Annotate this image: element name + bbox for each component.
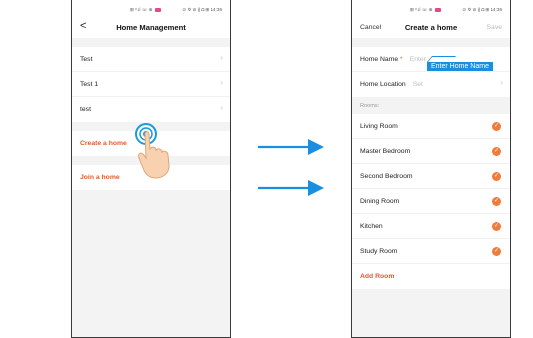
- home-location-label: Home Location: [360, 81, 406, 88]
- status-right: ⊙ ✲ ⊘ ∦ ◘ ⊞ 14:36: [462, 7, 502, 12]
- check-circle-icon[interactable]: ✓: [492, 122, 501, 131]
- list-item-room[interactable]: Dining Room ✓: [352, 189, 510, 214]
- check-circle-icon[interactable]: ✓: [492, 147, 501, 156]
- list-item-room[interactable]: Master Bedroom ✓: [352, 139, 510, 164]
- home-name-label: Home Name: [360, 55, 399, 63]
- rooms-section-label: Rooms:: [352, 97, 510, 114]
- list-item-home[interactable]: Test 1 ›: [72, 72, 230, 97]
- chevron-right-icon: ›: [220, 78, 223, 87]
- status-bar: ⊞ ᵒ.ıl ☏ ⊕ ⊙ ✲ ⊘ ∦ ◘ ⊞ 14:36: [352, 0, 510, 18]
- home-name-input[interactable]: Enter: [410, 56, 426, 63]
- status-left: ⊞ ᵒ.ıl ☏ ⊕: [410, 7, 441, 13]
- annotation-tooltip: Enter Home Name: [427, 62, 493, 71]
- list-item-home[interactable]: Test ›: [72, 47, 230, 72]
- list-item-room[interactable]: Kitchen ✓: [352, 214, 510, 239]
- tap-hand-icon: [135, 123, 170, 179]
- right-arrow-icon: [258, 139, 324, 155]
- chevron-right-icon: ›: [220, 53, 223, 62]
- app-badge-icon: [154, 8, 161, 12]
- list-item-room[interactable]: Second Bedroom ✓: [352, 164, 510, 189]
- chevron-right-icon: ›: [220, 103, 223, 112]
- add-room-button[interactable]: Add Room: [352, 264, 510, 289]
- create-home-screen: ⊞ ᵒ.ıl ☏ ⊕ ⊙ ✲ ⊘ ∦ ◘ ⊞ 14:36 Cancel Crea…: [351, 0, 511, 338]
- check-circle-icon[interactable]: ✓: [492, 172, 501, 181]
- required-mark: *: [400, 55, 403, 63]
- home-location-field[interactable]: Home Location Set ›: [352, 72, 510, 97]
- check-circle-icon[interactable]: ✓: [492, 222, 501, 231]
- nav-bar: Cancel Create a home Save: [352, 18, 510, 38]
- check-circle-icon[interactable]: ✓: [492, 197, 501, 206]
- check-circle-icon[interactable]: ✓: [492, 247, 501, 256]
- right-arrow-icon: [258, 180, 324, 196]
- nav-bar: < Home Management: [72, 18, 230, 38]
- home-location-value: Set: [412, 81, 423, 88]
- status-bar: ⊞ ᵒ.ıl ☏ ⊕ ⊙ ✲ ⊘ ∦ ◘ ⊞ 14:36: [72, 0, 230, 18]
- room-list: Living Room ✓ Master Bedroom ✓ Second Bedr…: [352, 114, 510, 289]
- page-title: Home Management: [116, 23, 186, 32]
- home-list: Test › Test 1 › test ›: [72, 47, 230, 122]
- list-item-home[interactable]: test ›: [72, 97, 230, 122]
- home-info-form: Home Name * Enter Home Location Set ›: [352, 47, 510, 97]
- status-left: ⊞ ᵒ.ıl ☏ ⊕: [130, 7, 161, 13]
- list-item-room[interactable]: Study Room ✓: [352, 239, 510, 264]
- list-item-room[interactable]: Living Room ✓: [352, 114, 510, 139]
- app-badge-icon: [434, 8, 441, 12]
- status-right: ⊙ ✲ ⊘ ∦ ◘ ⊞ 14:36: [182, 7, 222, 12]
- chevron-right-icon: ›: [500, 78, 503, 87]
- save-button[interactable]: Save: [487, 24, 503, 31]
